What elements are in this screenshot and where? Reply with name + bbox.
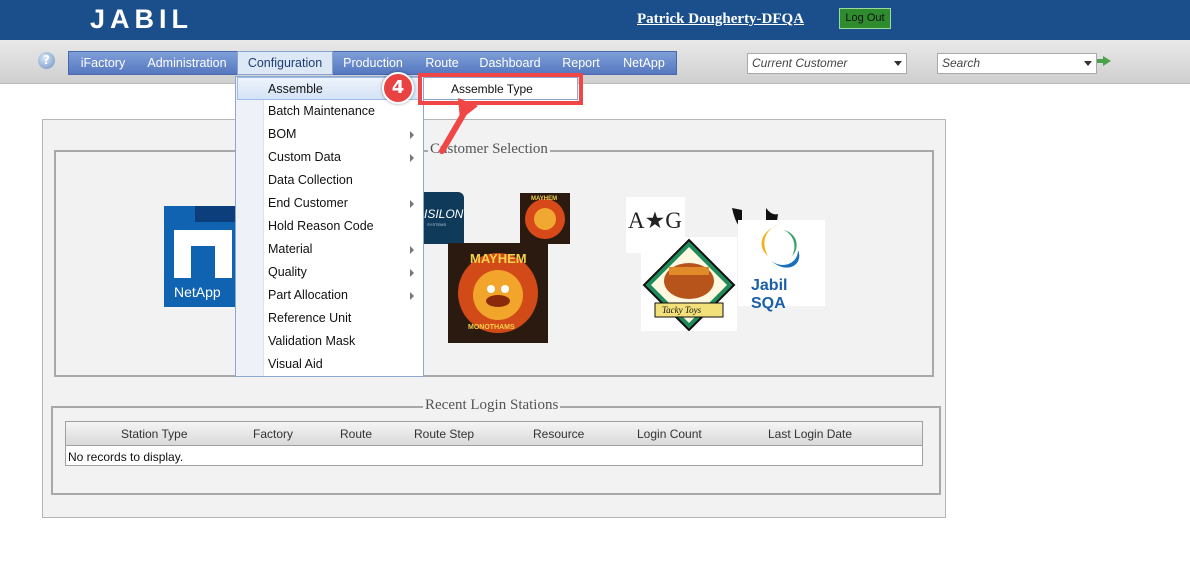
submenu-arrow-icon bbox=[410, 131, 414, 139]
col-last-login-date[interactable]: Last Login Date bbox=[768, 427, 852, 441]
menu-item-hold-reason-code[interactable]: Hold Reason Code bbox=[268, 215, 374, 238]
recent-logins-grid: Station Type Factory Route Route Step Re… bbox=[65, 421, 923, 466]
annotation-arrow-icon bbox=[439, 98, 478, 154]
menu-dashboard[interactable]: Dashboard bbox=[471, 52, 549, 74]
menu-item-validation-mask[interactable]: Validation Mask bbox=[268, 330, 355, 353]
configuration-dropdown: Assemble Batch Maintenance BOM Custom Da… bbox=[235, 76, 424, 377]
logout-button[interactable]: Log Out bbox=[839, 8, 891, 29]
menu-report[interactable]: Report bbox=[549, 52, 613, 74]
search-select[interactable]: Search bbox=[937, 53, 1097, 74]
col-resource[interactable]: Resource bbox=[533, 427, 584, 441]
submenu-arrow-icon bbox=[410, 292, 414, 300]
menu-item-data-collection[interactable]: Data Collection bbox=[268, 169, 353, 192]
menu-item-material[interactable]: Material bbox=[268, 238, 312, 261]
menu-item-end-customer[interactable]: End Customer bbox=[268, 192, 348, 215]
jabil-sqa-logo[interactable]: Jabil SQA bbox=[738, 220, 825, 312]
submenu-arrow-icon bbox=[410, 154, 414, 162]
menu-netapp[interactable]: NetApp bbox=[613, 52, 675, 74]
menu-item-reference-unit[interactable]: Reference Unit bbox=[268, 307, 351, 330]
menu-item-batch-maintenance[interactable]: Batch Maintenance bbox=[268, 100, 375, 123]
chevron-down-icon[interactable] bbox=[1084, 61, 1092, 66]
jabil-logo: JABIL bbox=[90, 4, 194, 34]
col-factory[interactable]: Factory bbox=[253, 427, 293, 441]
netapp-logo[interactable]: NetApp bbox=[164, 206, 240, 307]
menu-route[interactable]: Route bbox=[413, 52, 471, 74]
menu-item-quality[interactable]: Quality bbox=[268, 261, 307, 284]
submenu-arrow-icon bbox=[410, 269, 414, 277]
empty-message: No records to display. bbox=[68, 450, 184, 464]
menu-item-part-allocation[interactable]: Part Allocation bbox=[268, 284, 348, 307]
main-menu: iFactory Administration Configuration Pr… bbox=[68, 51, 677, 75]
top-bar: JABIL Patrick Dougherty-DFQA Log Out bbox=[0, 0, 1190, 40]
menu-administration[interactable]: Administration bbox=[137, 52, 237, 74]
menu-item-bom[interactable]: BOM bbox=[268, 123, 296, 146]
chevron-down-icon[interactable] bbox=[894, 61, 902, 66]
recent-logins-legend: Recent Login Stations bbox=[423, 397, 561, 414]
menu-ifactory[interactable]: iFactory bbox=[69, 52, 137, 74]
col-station-type[interactable]: Station Type bbox=[121, 427, 188, 441]
submenu-arrow-icon bbox=[410, 200, 414, 208]
col-route-step[interactable]: Route Step bbox=[414, 427, 474, 441]
user-link[interactable]: Patrick Dougherty-DFQA bbox=[637, 11, 804, 28]
submenu-arrow-icon bbox=[410, 246, 414, 254]
isilon-logo[interactable]: ISILON SYSTEMS bbox=[418, 192, 464, 244]
menu-item-custom-data[interactable]: Custom Data bbox=[268, 146, 341, 169]
mayhem-large-logo[interactable]: MAYHEM MONOTHAMS bbox=[448, 243, 548, 343]
menu-production[interactable]: Production bbox=[333, 52, 413, 74]
tacky-toys-logo[interactable]: Tacky Toys bbox=[641, 237, 737, 332]
search-placeholder: Search bbox=[942, 56, 981, 70]
help-icon[interactable]: ? bbox=[38, 52, 55, 69]
mayhem-small-logo[interactable]: MAYHEM bbox=[520, 193, 570, 244]
current-customer-select[interactable]: Current Customer bbox=[747, 53, 907, 74]
step-badge: 4 bbox=[382, 72, 414, 104]
grid-header: Station Type Factory Route Route Step Re… bbox=[66, 422, 922, 446]
menu-item-visual-aid[interactable]: Visual Aid bbox=[268, 353, 323, 376]
menu-configuration[interactable]: Configuration bbox=[237, 51, 333, 75]
col-login-count[interactable]: Login Count bbox=[637, 427, 702, 441]
col-route[interactable]: Route bbox=[340, 427, 372, 441]
go-arrow-icon[interactable] bbox=[1097, 56, 1111, 66]
current-customer-placeholder: Current Customer bbox=[752, 56, 848, 70]
dropdown-icon-strip bbox=[236, 77, 264, 376]
